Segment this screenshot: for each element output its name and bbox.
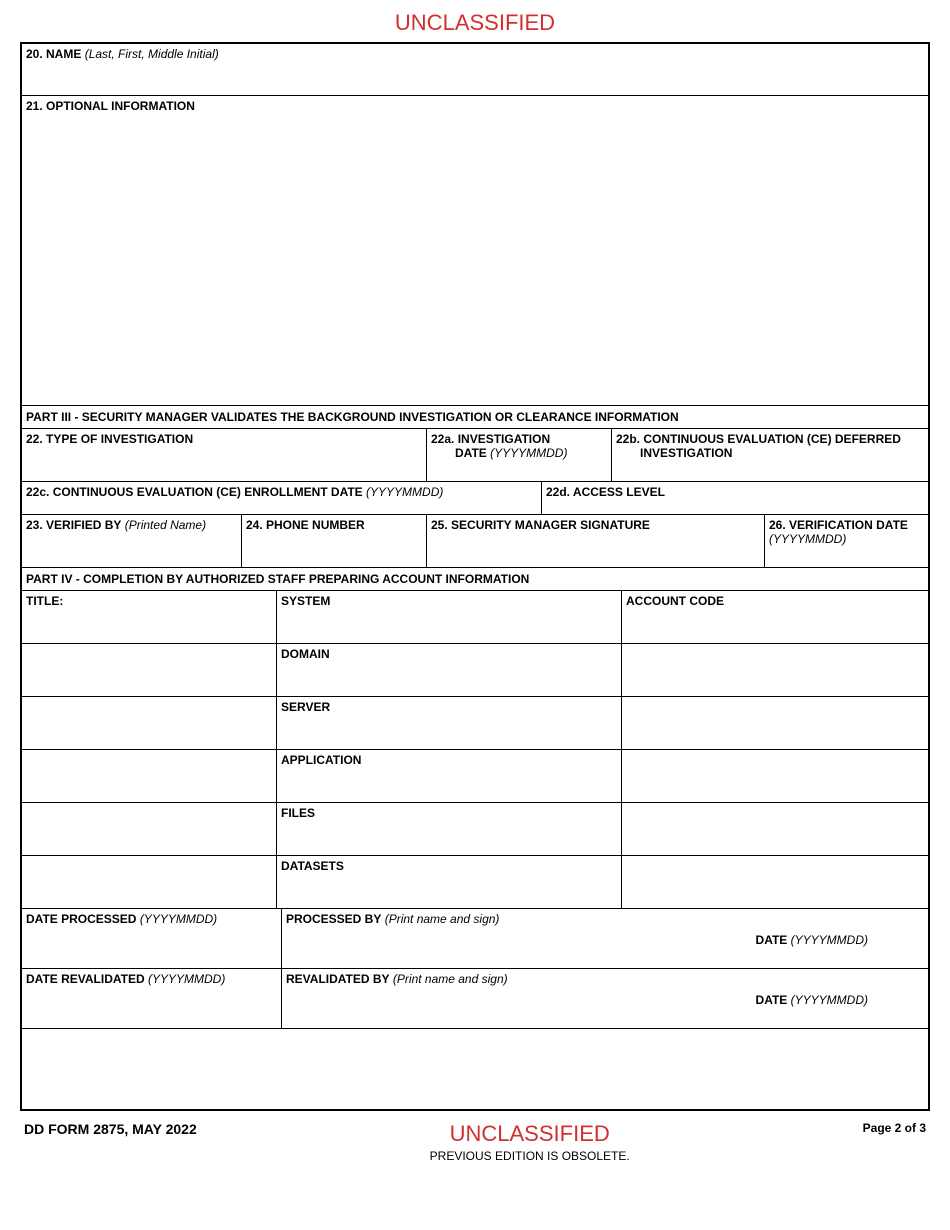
account-blank-4[interactable]: [622, 803, 928, 855]
optional-info-label: 21. OPTIONAL INFORMATION: [26, 99, 195, 113]
processed-date-hint: (YYYYMMDD): [791, 933, 868, 947]
processed-date-section: DATE (YYYYMMDD): [756, 933, 868, 947]
part4-header: PART IV - COMPLETION BY AUTHORIZED STAFF…: [22, 568, 928, 591]
date-processed-hint: (YYYYMMDD): [140, 912, 217, 926]
bottom-classification: UNCLASSIFIED: [430, 1121, 630, 1147]
processed-by-hint: (Print name and sign): [385, 912, 500, 926]
files-field[interactable]: FILES: [277, 803, 622, 855]
investigation-date-hint: (YYYYMMDD): [490, 446, 567, 460]
datasets-label: DATASETS: [281, 859, 344, 873]
server-label: SERVER: [281, 700, 330, 714]
processed-date-label: DATE: [756, 933, 788, 947]
account-blank-2[interactable]: [622, 697, 928, 749]
phone-number-field[interactable]: 24. PHONE NUMBER: [242, 515, 427, 567]
domain-field[interactable]: DOMAIN: [277, 644, 622, 696]
revalidated-by-field[interactable]: REVALIDATED BY (Print name and sign) DAT…: [282, 969, 928, 1028]
verified-by-field[interactable]: 23. VERIFIED BY (Printed Name): [22, 515, 242, 567]
account-code-label: ACCOUNT CODE: [626, 594, 724, 608]
part3-header: PART III - SECURITY MANAGER VALIDATES TH…: [22, 406, 928, 429]
system-field[interactable]: SYSTEM: [277, 591, 622, 643]
account-code-field[interactable]: ACCOUNT CODE: [622, 591, 928, 643]
footer: DD FORM 2875, MAY 2022 UNCLASSIFIED PREV…: [20, 1121, 930, 1163]
title-blank-5[interactable]: [22, 856, 277, 908]
title-label: TITLE:: [26, 594, 63, 608]
verified-by-hint: (Printed Name): [125, 518, 206, 532]
title-blank-1[interactable]: [22, 644, 277, 696]
date-revalidated-field[interactable]: DATE REVALIDATED (YYYYMMDD): [22, 969, 282, 1028]
access-level-label: 22d. ACCESS LEVEL: [546, 485, 665, 499]
revalidated-date-hint: (YYYYMMDD): [791, 993, 868, 1007]
revalidated-by-label: REVALIDATED BY: [286, 972, 390, 986]
verification-date-label: 26. VERIFICATION DATE: [769, 518, 908, 532]
revalidated-by-hint: (Print name and sign): [393, 972, 508, 986]
ce-enrollment-hint: (YYYYMMDD): [366, 485, 443, 499]
application-field[interactable]: APPLICATION: [277, 750, 622, 802]
type-investigation-label: 22. TYPE OF INVESTIGATION: [26, 432, 193, 446]
top-classification: UNCLASSIFIED: [20, 10, 930, 36]
verification-date-field[interactable]: 26. VERIFICATION DATE (YYYYMMDD): [765, 515, 928, 567]
bottom-blank[interactable]: [22, 1029, 928, 1109]
type-investigation-field[interactable]: 22. TYPE OF INVESTIGATION: [22, 429, 427, 481]
security-signature-label: 25. SECURITY MANAGER SIGNATURE: [431, 518, 650, 532]
investigation-date-sub: DATE: [455, 446, 487, 460]
account-blank-5[interactable]: [622, 856, 928, 908]
name-hint: (Last, First, Middle Initial): [85, 47, 219, 61]
server-field[interactable]: SERVER: [277, 697, 622, 749]
processed-by-label: PROCESSED BY: [286, 912, 381, 926]
phone-number-label: 24. PHONE NUMBER: [246, 518, 365, 532]
title-blank-3[interactable]: [22, 750, 277, 802]
revalidated-date-section: DATE (YYYYMMDD): [756, 993, 868, 1007]
processed-by-field[interactable]: PROCESSED BY (Print name and sign) DATE …: [282, 909, 928, 968]
form-container: 20. NAME (Last, First, Middle Initial) 2…: [20, 42, 930, 1111]
verification-date-hint: (YYYYMMDD): [769, 532, 846, 546]
date-revalidated-hint: (YYYYMMDD): [148, 972, 225, 986]
footer-center: UNCLASSIFIED PREVIOUS EDITION IS OBSOLET…: [430, 1121, 630, 1163]
access-level-field[interactable]: 22d. ACCESS LEVEL: [542, 482, 928, 514]
verified-by-label: 23. VERIFIED BY: [26, 518, 121, 532]
date-revalidated-label: DATE REVALIDATED: [26, 972, 145, 986]
ce-enrollment-field[interactable]: 22c. CONTINUOUS EVALUATION (CE) ENROLLME…: [22, 482, 542, 514]
ce-deferred-label: 22b. CONTINUOUS EVALUATION (CE) DEFERRED: [616, 432, 901, 446]
name-label: 20. NAME: [26, 47, 81, 61]
ce-deferred-sub: INVESTIGATION: [640, 446, 732, 460]
date-processed-label: DATE PROCESSED: [26, 912, 136, 926]
account-blank-1[interactable]: [622, 644, 928, 696]
date-processed-field[interactable]: DATE PROCESSED (YYYYMMDD): [22, 909, 282, 968]
investigation-date-field[interactable]: 22a. INVESTIGATION DATE (YYYYMMDD): [427, 429, 612, 481]
form-id: DD FORM 2875, MAY 2022: [24, 1121, 197, 1137]
application-label: APPLICATION: [281, 753, 361, 767]
page-number: Page 2 of 3: [863, 1121, 926, 1135]
account-blank-3[interactable]: [622, 750, 928, 802]
ce-enrollment-label: 22c. CONTINUOUS EVALUATION (CE) ENROLLME…: [26, 485, 363, 499]
title-blank-4[interactable]: [22, 803, 277, 855]
optional-info-field[interactable]: 21. OPTIONAL INFORMATION: [22, 96, 928, 406]
ce-deferred-field[interactable]: 22b. CONTINUOUS EVALUATION (CE) DEFERRED…: [612, 429, 928, 481]
system-label: SYSTEM: [281, 594, 330, 608]
name-field[interactable]: 20. NAME (Last, First, Middle Initial): [22, 44, 928, 96]
revalidated-date-label: DATE: [756, 993, 788, 1007]
datasets-field[interactable]: DATASETS: [277, 856, 622, 908]
investigation-date-label: 22a. INVESTIGATION: [431, 432, 550, 446]
obsolete-notice: PREVIOUS EDITION IS OBSOLETE.: [430, 1149, 630, 1163]
domain-label: DOMAIN: [281, 647, 330, 661]
security-signature-field[interactable]: 25. SECURITY MANAGER SIGNATURE: [427, 515, 765, 567]
title-blank-2[interactable]: [22, 697, 277, 749]
title-field[interactable]: TITLE:: [22, 591, 277, 643]
files-label: FILES: [281, 806, 315, 820]
